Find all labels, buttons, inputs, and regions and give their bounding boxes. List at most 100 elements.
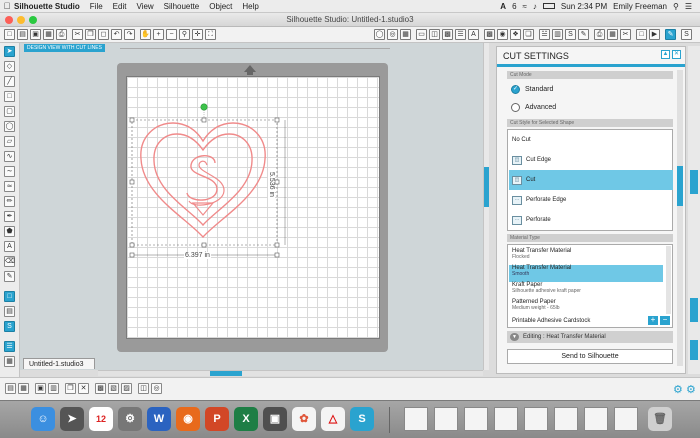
grid-icon[interactable]: ▦ — [400, 29, 411, 40]
make-compound-icon[interactable]: ▣ — [35, 383, 46, 394]
radio-unchecked-icon[interactable] — [511, 102, 520, 112]
text-tool-icon[interactable]: A — [4, 241, 15, 252]
horizontal-scroll-thumb[interactable] — [210, 371, 242, 376]
delete-icon[interactable]: ✕ — [78, 383, 89, 394]
word-icon[interactable]: W — [147, 407, 171, 431]
cut-style-perforate-edge[interactable]: ⋯ Perforate Edge — [509, 190, 673, 210]
pen-tool-icon[interactable]: ✒ — [4, 211, 15, 222]
save-as-icon[interactable]: ▦ — [43, 29, 54, 40]
eraser-tool-icon[interactable]: ⌫ — [4, 256, 15, 267]
window-thumbnail[interactable] — [614, 407, 638, 431]
cut-style-perforate[interactable]: ⋯ Perforate — [509, 210, 673, 230]
mat-grid[interactable]: 6.397 in 5.536 in — [126, 76, 380, 339]
zoom-window-button[interactable] — [29, 16, 37, 24]
offset-icon[interactable]: ◉ — [497, 29, 508, 40]
image-viewer-icon[interactable]: ▣ — [263, 407, 287, 431]
chevron-down-icon[interactable]: ▼ — [510, 333, 519, 341]
photos-icon[interactable]: ✿ — [292, 407, 316, 431]
list-item[interactable]: Heat Transfer Material Flocked — [509, 248, 663, 265]
cut-icon[interactable]: ✂ — [72, 29, 83, 40]
search-icon[interactable]: ⚲ — [673, 2, 679, 11]
ungroup-icon[interactable]: ▦ — [18, 383, 29, 394]
sketch-icon[interactable]: ✎ — [578, 29, 589, 40]
list-item[interactable]: Kraft Paper Silhouette adhesive kraft pap… — [509, 282, 663, 299]
horizontal-scrollbar[interactable] — [98, 370, 483, 376]
design-store-icon[interactable]: S — [4, 321, 15, 332]
line-color-icon[interactable]: ☰ — [455, 29, 466, 40]
document-tab[interactable]: Untitled-1.studio3 — [23, 358, 95, 369]
panel-toggle-icon[interactable]: ☰ — [4, 341, 15, 352]
rounded-rectangle-tool-icon[interactable]: ▢ — [4, 106, 15, 117]
new-document-icon[interactable]: □ — [4, 29, 15, 40]
mode-advanced[interactable]: Advanced — [511, 101, 556, 113]
acrobat-icon[interactable]: △ — [321, 407, 345, 431]
pencil-tool-icon[interactable]: ✏ — [4, 196, 15, 207]
remove-material-button[interactable]: − — [660, 316, 670, 325]
adobe-icon[interactable]: A — [500, 2, 506, 11]
window-thumbnail[interactable] — [494, 407, 518, 431]
volume-icon[interactable]: ♪ — [533, 2, 537, 11]
page-settings-icon[interactable]: □ — [636, 29, 647, 40]
layers-icon[interactable]: ▥ — [552, 29, 563, 40]
panel-scroll-thumb[interactable] — [677, 166, 683, 206]
modify-icon[interactable]: ❏ — [523, 29, 534, 40]
resize-handle-tl[interactable] — [129, 117, 135, 123]
offset-quick-icon[interactable]: ◎ — [151, 383, 162, 394]
firefox-icon[interactable]: ◉ — [176, 407, 200, 431]
group-icon[interactable]: ▤ — [5, 383, 16, 394]
editing-material-bar[interactable]: ▼ Editing : Heat Transfer Material — [507, 331, 673, 343]
menu-edit[interactable]: Edit — [113, 2, 127, 11]
rotate-handle[interactable] — [200, 103, 208, 111]
side-tab-tertiary[interactable] — [690, 340, 698, 360]
cut-style-cut[interactable]: ◫ Cut — [509, 170, 673, 190]
replicate-icon[interactable]: ◫ — [429, 29, 440, 40]
panel-scrollbar[interactable] — [677, 70, 683, 366]
pan-icon[interactable]: ✋ — [140, 29, 151, 40]
fill-color-icon[interactable]: ▩ — [442, 29, 453, 40]
zoom-drag-icon[interactable]: ✛ — [192, 29, 203, 40]
battery-icon[interactable] — [542, 3, 555, 9]
menubar-user[interactable]: Emily Freeman — [613, 2, 667, 11]
wifi-icon[interactable]: ≈ — [523, 2, 527, 11]
rectangle-tool-icon[interactable]: □ — [4, 91, 15, 102]
silhouette-studio-icon[interactable]: S — [350, 407, 374, 431]
knife-tool-icon[interactable]: ✎ — [4, 271, 15, 282]
print-cut-icon[interactable]: ⎙ — [594, 29, 605, 40]
close-window-button[interactable] — [5, 16, 13, 24]
calendar-icon[interactable]: 12 — [89, 407, 113, 431]
vertical-scrollbar[interactable] — [483, 43, 489, 370]
registration-marks-icon[interactable]: ◎ — [387, 29, 398, 40]
send-to-silhouette-button[interactable]: Send to Silhouette — [507, 349, 673, 364]
resize-handle-l[interactable] — [129, 179, 135, 185]
line-tool-icon[interactable]: ╱ — [4, 76, 15, 87]
save-icon[interactable]: ▣ — [30, 29, 41, 40]
apple-menu-icon[interactable]:  — [0, 1, 14, 11]
add-material-button[interactable]: + — [648, 316, 658, 325]
list-item[interactable]: Patterned Paper Medium weight - 65lb — [509, 299, 663, 316]
finder-icon[interactable]: ☺ — [31, 407, 55, 431]
store-icon[interactable]: S — [565, 29, 576, 40]
freehand-tool-icon[interactable]: ∼ — [4, 166, 15, 177]
open-icon[interactable]: ▤ — [17, 29, 28, 40]
notifications-icon[interactable]: ☰ — [685, 2, 692, 11]
mode-standard[interactable]: ✓ Standard — [511, 83, 553, 95]
zoom-select-icon[interactable]: ⚲ — [179, 29, 190, 40]
undo-icon[interactable]: ↶ — [111, 29, 122, 40]
zoom-in-icon[interactable]: + — [153, 29, 164, 40]
minimize-window-button[interactable] — [17, 16, 25, 24]
copy-icon[interactable]: ❐ — [85, 29, 96, 40]
library-icon[interactable]: ☱ — [539, 29, 550, 40]
design-canvas[interactable]: DESIGN VIEW WITH CUT LINES 6.397 in 5.53… — [20, 43, 483, 370]
side-tab-secondary[interactable] — [690, 298, 698, 322]
trash-icon[interactable]: 🗑 — [648, 407, 672, 431]
radio-checked-icon[interactable]: ✓ — [511, 84, 520, 94]
resize-handle-r[interactable] — [274, 179, 280, 185]
select-tool-icon[interactable]: ➤ — [4, 46, 15, 57]
launchpad-icon[interactable]: ➤ — [60, 407, 84, 431]
shape-tool-icon[interactable]: ⬟ — [4, 226, 15, 237]
send-to-back-icon[interactable]: ▧ — [108, 383, 119, 394]
list-item[interactable]: Printable Adhesive Cardstock — [509, 318, 663, 327]
layout-toggle-icon[interactable]: ▦ — [4, 356, 15, 367]
resize-handle-tr[interactable] — [274, 117, 280, 123]
menu-view[interactable]: View — [136, 2, 153, 11]
